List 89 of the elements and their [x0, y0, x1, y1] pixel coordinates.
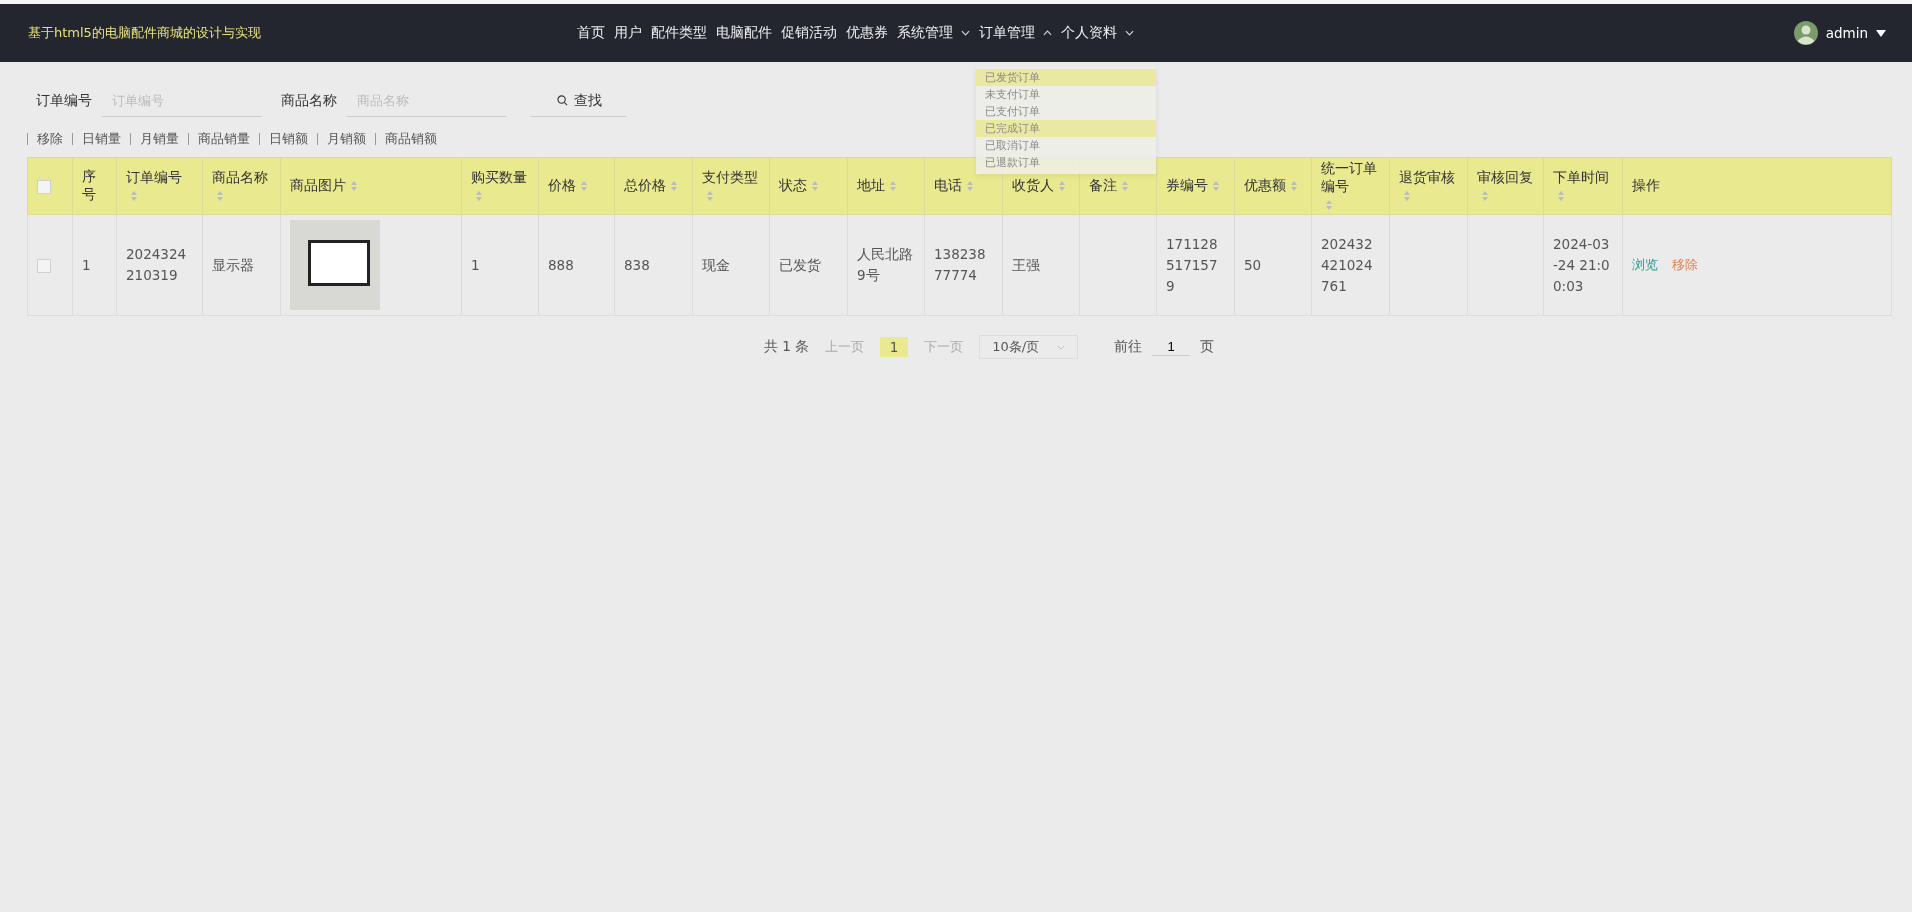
page-number[interactable]: 1 [880, 337, 909, 357]
sort-icon[interactable] [811, 180, 819, 192]
toolbar-link[interactable]: 商品销量 [188, 133, 259, 145]
table-cell: 50 [1244, 256, 1262, 273]
table-cell: 王强 [1012, 256, 1040, 273]
nav-link[interactable]: 个人资料 [1061, 24, 1117, 42]
nav-link[interactable]: 促销活动 [781, 24, 837, 42]
table-cell: 已发货 [779, 256, 821, 273]
sort-icon[interactable] [580, 180, 588, 192]
sort-icon[interactable] [1557, 190, 1565, 202]
sort-icon[interactable] [350, 180, 358, 192]
table-cell: 现金 [702, 256, 730, 273]
column-header: 商品图片 [290, 177, 346, 195]
toolbar-link[interactable]: 日销量 [72, 133, 130, 145]
page-size-select[interactable]: 10条/页 [979, 335, 1079, 359]
column-header: 序号 [82, 168, 97, 204]
sort-icon[interactable] [706, 190, 714, 202]
column-header: 总价格 [624, 177, 666, 195]
column-header: 地址 [857, 177, 885, 195]
column-header: 统一订单编号 [1321, 160, 1378, 196]
column-header: 收货人 [1012, 177, 1054, 195]
nav-link[interactable]: 电脑配件 [716, 24, 772, 42]
column-header: 审核回复 [1477, 169, 1533, 187]
nav-link[interactable]: 优惠券 [846, 24, 888, 42]
sort-icon[interactable] [1121, 180, 1129, 192]
table-cell: 显示器 [212, 256, 254, 273]
avatar-icon[interactable] [1793, 21, 1818, 45]
column-header: 购买数量 [471, 169, 527, 187]
column-header: 券编号 [1166, 177, 1208, 195]
column-header: 订单编号 [126, 169, 182, 187]
total-count: 共 1 条 [763, 338, 810, 356]
toolbar-link[interactable]: 商品销额 [375, 133, 446, 145]
page-input[interactable]: 1 [1152, 338, 1191, 356]
sort-icon[interactable] [475, 190, 483, 202]
column-header: 优惠额 [1244, 177, 1286, 195]
sort-icon[interactable] [130, 190, 138, 202]
table-cell: 13823877774 [934, 246, 986, 283]
chevron-down-icon[interactable] [961, 30, 970, 36]
toolbar-link[interactable]: 月销量 [130, 133, 188, 145]
nav-link[interactable]: 用户 [614, 24, 642, 42]
search-icon [556, 95, 568, 106]
table-cell: 888 [548, 256, 574, 273]
column-header: 状态 [779, 177, 807, 195]
sort-icon[interactable] [889, 180, 897, 192]
table-cell: 1 [82, 256, 91, 273]
caret-icon[interactable] [1876, 29, 1886, 37]
sort-icon[interactable] [966, 180, 974, 192]
chevron-up-icon[interactable] [1043, 30, 1052, 36]
table-cell: 2024324210319 [126, 246, 187, 283]
sort-icon[interactable] [1290, 180, 1298, 192]
nav-link[interactable]: 配件类型 [651, 24, 707, 42]
select-all-checkbox[interactable] [37, 180, 51, 194]
chevron-down-icon [1057, 344, 1066, 350]
page-unit-label: 页 [1200, 338, 1215, 356]
column-header: 下单时间 [1553, 169, 1609, 187]
column-header: 价格 [548, 177, 576, 195]
column-header: 商品名称 [212, 169, 268, 187]
search-button[interactable]: 查找 [531, 85, 627, 117]
toolbar-link[interactable]: 移除 [27, 133, 72, 145]
chevron-down-icon[interactable] [1125, 30, 1134, 36]
row-checkbox[interactable] [37, 259, 51, 273]
table-cell: 1711285171579 [1166, 235, 1218, 294]
site-title: 基于html5的电脑配件商城的设计与实现 [28, 24, 261, 42]
table-cell: 2024-03-24 21:00:03 [1553, 235, 1610, 294]
sort-icon[interactable] [1481, 190, 1489, 202]
nav-link[interactable]: 订单管理 [979, 24, 1035, 42]
column-header: 电话 [934, 177, 962, 195]
table-cell: 人民北路9号 [857, 246, 913, 283]
column-header: 备注 [1089, 177, 1117, 195]
table-cell: 1 [471, 256, 480, 273]
column-header: 退货审核 [1399, 169, 1455, 187]
user-name[interactable]: admin [1825, 25, 1868, 41]
goto-label: 前往 [1114, 338, 1143, 356]
sort-icon[interactable] [216, 190, 224, 202]
column-header: 操作 [1632, 177, 1660, 195]
sort-icon[interactable] [670, 180, 678, 192]
nav-link[interactable]: 系统管理 [897, 24, 953, 42]
toolbar-link[interactable]: 月销额 [317, 133, 375, 145]
table-cell: 202432421024761 [1321, 235, 1373, 294]
table-cell: 838 [624, 256, 650, 273]
field-label: 订单编号 [36, 92, 92, 110]
sort-icon[interactable] [1212, 180, 1220, 192]
field-label: 商品名称 [281, 92, 337, 110]
nav-link[interactable]: 首页 [577, 24, 605, 42]
sort-icon[interactable] [1325, 199, 1333, 211]
column-header: 支付类型 [702, 169, 758, 187]
sort-icon[interactable] [1403, 190, 1411, 202]
sort-icon[interactable] [1058, 180, 1066, 192]
toolbar-link[interactable]: 日销额 [259, 133, 317, 145]
